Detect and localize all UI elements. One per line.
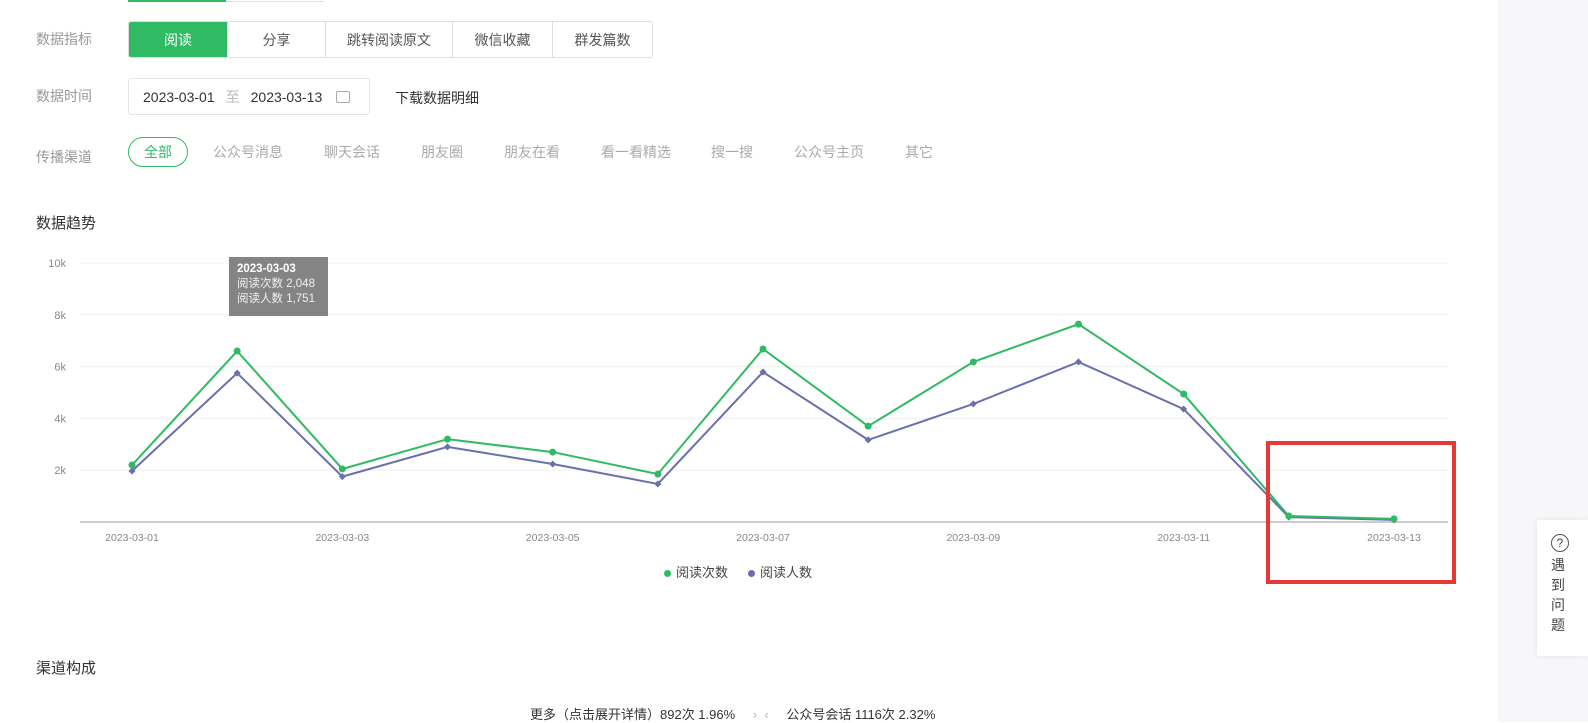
metric-selector: 阅读 分享 跳转阅读原文 微信收藏 群发篇数 [128, 21, 653, 58]
date-separator: 至 [225, 88, 240, 105]
data-point [444, 435, 451, 443]
data-point [1180, 390, 1188, 398]
data-point [549, 460, 557, 468]
channel-all[interactable]: 全部 [128, 137, 188, 167]
data-point [233, 347, 241, 355]
x-tick-label: 2023-03-01 [105, 532, 159, 544]
x-tick-label: 2023-03-05 [526, 532, 580, 544]
data-point [338, 465, 346, 473]
metric-jump-original[interactable]: 跳转阅读原文 [325, 22, 452, 57]
data-point [549, 448, 557, 456]
series-line [131, 360, 1395, 521]
help-text-2: 到 [1551, 577, 1565, 593]
channel-breakdown: 更多（点击展开详情）892次 1.96% › ‹ 公众号会话 1116次 2.3… [530, 707, 936, 722]
session-share: 公众号会话 1116次 2.32% [786, 707, 936, 722]
data-point [654, 470, 662, 478]
help-text-3: 问 [1551, 597, 1565, 613]
tooltip-date: 2023-03-03 [237, 263, 296, 275]
channel-composition-title: 渠道构成 [36, 660, 97, 677]
tooltip-readers: 阅读人数 1,751 [237, 293, 315, 305]
tooltip-reads: 阅读次数 2,048 [237, 278, 315, 290]
channel-chat[interactable]: 聊天会话 [324, 137, 380, 167]
channel-top-stories[interactable]: 看一看精选 [601, 137, 671, 167]
x-tick-label: 2023-03-07 [736, 532, 790, 544]
trend-chart: 2k4k6k8k10k2023-03-01 2023-03-03 2023-03-0… [48, 258, 1448, 544]
data-point [128, 461, 136, 469]
question-icon: ? [1551, 534, 1569, 552]
chart-tooltip: 2023-03-03 阅读次数 2,048 阅读人数 1,751 [229, 257, 328, 316]
data-point [1075, 320, 1082, 328]
more-details-link[interactable]: 更多（点击展开详情）892次 1.96% [530, 707, 735, 722]
time-label: 数据时间 [36, 88, 92, 104]
chart-legend: 阅读次数 阅读人数 [664, 562, 812, 581]
data-point [759, 345, 767, 353]
metric-posts[interactable]: 群发篇数 [552, 22, 652, 57]
channel-moments[interactable]: 朋友圈 [421, 137, 463, 167]
channel-official-msg[interactable]: 公众号消息 [213, 137, 283, 167]
metric-favorite[interactable]: 微信收藏 [452, 22, 552, 57]
trend-title: 数据趋势 [36, 215, 97, 232]
data-point [443, 443, 452, 451]
channel-friends-watching[interactable]: 朋友在看 [504, 137, 560, 167]
metric-share[interactable]: 分享 [227, 22, 325, 57]
data-point [969, 400, 977, 408]
date-end: 2023-03-13 [250, 88, 323, 105]
legend-readers[interactable]: 阅读人数 [748, 562, 812, 581]
series-line [131, 323, 1395, 520]
y-tick-label: 10k [48, 258, 66, 270]
metric-read[interactable]: 阅读 [129, 22, 227, 57]
channel-other[interactable]: 其它 [905, 137, 933, 167]
data-point [864, 422, 872, 430]
metric-label: 数据指标 [36, 31, 92, 47]
help-button[interactable]: ? 遇 到 问 题 [1537, 520, 1588, 656]
x-tick-label: 2023-03-03 [315, 532, 369, 544]
channel-search[interactable]: 搜一搜 [711, 137, 753, 167]
y-tick-label: 2k [54, 465, 66, 477]
y-tick-label: 8k [54, 310, 66, 322]
data-point [1074, 358, 1083, 366]
top-tab-indicator [128, 0, 324, 2]
download-link[interactable]: 下载数据明细 [395, 88, 479, 108]
date-start: 2023-03-01 [143, 88, 215, 105]
y-tick-label: 6k [54, 362, 66, 374]
x-tick-label: 2023-03-09 [946, 532, 1000, 544]
help-text-1: 遇 [1551, 557, 1565, 573]
channel-label: 传播渠道 [36, 149, 92, 165]
channel-profile[interactable]: 公众号主页 [794, 137, 864, 167]
x-tick-label: 2023-03-11 [1157, 532, 1210, 544]
help-text-4: 题 [1551, 617, 1565, 633]
data-point [969, 358, 977, 366]
y-tick-label: 4k [54, 413, 66, 425]
calendar-icon [336, 90, 351, 103]
highlight-box [1266, 441, 1456, 584]
legend-reads[interactable]: 阅读次数 [664, 562, 728, 581]
date-range-picker[interactable]: 2023-03-01 至 2023-03-13 [128, 78, 370, 115]
